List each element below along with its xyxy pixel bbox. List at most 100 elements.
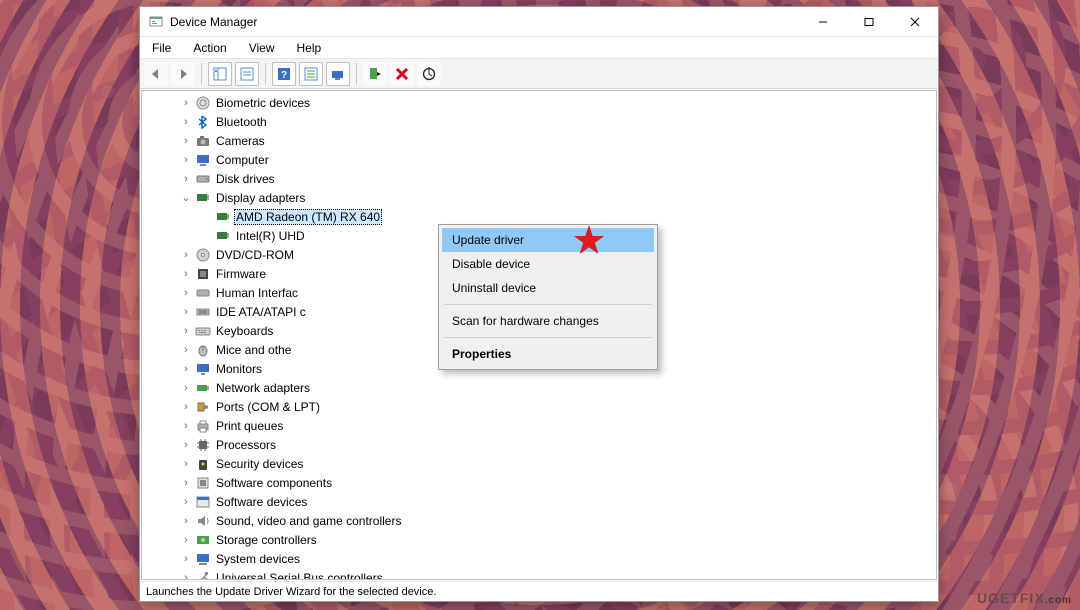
menu-view[interactable]: View xyxy=(241,39,283,57)
menu-file[interactable]: File xyxy=(144,39,179,57)
tree-item-sound[interactable]: ›Sound, video and game controllers xyxy=(142,511,936,530)
display-adapter-icon xyxy=(195,190,211,206)
tree-item-security[interactable]: › Security devices xyxy=(142,454,936,473)
tree-item-swdev[interactable]: ›Software devices xyxy=(142,492,936,511)
tree-item-label: Human Interfac xyxy=(214,285,300,301)
expand-icon[interactable]: › xyxy=(178,572,194,580)
tree-item-label: Ports (COM & LPT) xyxy=(214,399,322,415)
expand-icon[interactable]: › xyxy=(178,477,194,489)
hid-icon xyxy=(195,285,211,301)
expand-icon[interactable]: › xyxy=(178,420,194,432)
tree-item-label: Display adapters xyxy=(214,190,307,206)
ctx-disable-device[interactable]: Disable device xyxy=(442,252,654,276)
tree-item-network[interactable]: › Network adapters xyxy=(142,378,936,397)
uninstall-device-button[interactable] xyxy=(390,62,414,86)
software-device-icon xyxy=(195,494,211,510)
scan-hardware-button[interactable] xyxy=(299,62,323,86)
update-driver-button[interactable] xyxy=(326,62,350,86)
status-bar: Launches the Update Driver Wizard for th… xyxy=(140,581,938,601)
expand-icon[interactable]: › xyxy=(178,287,194,299)
tree-item-processors[interactable]: ›Processors xyxy=(142,435,936,454)
toolbar-separator xyxy=(356,63,357,85)
expand-icon[interactable]: › xyxy=(178,553,194,565)
ctx-separator xyxy=(444,304,652,305)
expand-icon[interactable]: › xyxy=(178,249,194,261)
tree-item-label: Cameras xyxy=(214,133,267,149)
close-button[interactable] xyxy=(892,7,938,37)
firmware-icon xyxy=(195,266,211,282)
tree-item-label: Monitors xyxy=(214,361,264,377)
tree-item-label: System devices xyxy=(214,551,302,567)
ports-icon xyxy=(195,399,211,415)
tree-item-display[interactable]: ⌄ Display adapters xyxy=(142,188,936,207)
expand-icon[interactable]: › xyxy=(178,382,194,394)
expand-icon[interactable]: › xyxy=(178,534,194,546)
biometric-icon xyxy=(195,95,211,111)
tree-item-printq[interactable]: ›Print queues xyxy=(142,416,936,435)
tree-item-disk[interactable]: › Disk drives xyxy=(142,169,936,188)
enable-device-button[interactable] xyxy=(363,62,387,86)
storage-icon xyxy=(195,532,211,548)
tree-item-biometric[interactable]: ›Biometric devices xyxy=(142,93,936,112)
tree-item-label: Storage controllers xyxy=(214,532,319,548)
camera-icon xyxy=(195,133,211,149)
device-manager-window: Device Manager File Action View Help ? xyxy=(139,6,939,602)
ctx-properties[interactable]: Properties xyxy=(442,342,654,366)
mouse-icon xyxy=(195,342,211,358)
tree-item-label: Network adapters xyxy=(214,380,312,396)
tree-item-storage[interactable]: › Storage controllers xyxy=(142,530,936,549)
menu-action[interactable]: Action xyxy=(185,39,234,57)
tree-item-ports[interactable]: › Ports (COM & LPT) xyxy=(142,397,936,416)
toolbar: ? xyxy=(140,59,938,89)
monitor-icon xyxy=(195,361,211,377)
tree-item-label: Mice and othe xyxy=(214,342,293,358)
tree-item-swcomp[interactable]: ›Software components xyxy=(142,473,936,492)
expand-icon[interactable]: › xyxy=(178,306,194,318)
menu-help[interactable]: Help xyxy=(289,39,330,57)
help-button[interactable]: ? xyxy=(272,62,296,86)
tree-item-computer[interactable]: ›Computer xyxy=(142,150,936,169)
show-hide-tree-button[interactable] xyxy=(208,62,232,86)
expand-icon[interactable]: › xyxy=(178,439,194,451)
tree-item-label: Disk drives xyxy=(214,171,277,187)
tree-item-usb[interactable]: ›Universal Serial Bus controllers xyxy=(142,568,936,579)
ctx-scan-hardware[interactable]: Scan for hardware changes xyxy=(442,309,654,333)
expand-icon[interactable]: › xyxy=(178,344,194,356)
tree-item-sysdev[interactable]: › System devices xyxy=(142,549,936,568)
collapse-icon[interactable]: ⌄ xyxy=(178,191,194,204)
titlebar[interactable]: Device Manager xyxy=(140,7,938,37)
tree-item-label: Bluetooth xyxy=(214,114,269,130)
expand-icon[interactable]: › xyxy=(178,135,194,147)
forward-button[interactable] xyxy=(171,62,195,86)
tree-item-cameras[interactable]: › Cameras xyxy=(142,131,936,150)
expand-icon[interactable]: › xyxy=(178,116,194,128)
properties-button[interactable] xyxy=(235,62,259,86)
context-menu: Update driver Disable device Uninstall d… xyxy=(438,224,658,370)
display-adapter-icon xyxy=(215,209,231,225)
usb-icon xyxy=(195,570,211,580)
tree-item-label: Security devices xyxy=(214,456,305,472)
scan-button[interactable] xyxy=(417,62,441,86)
expand-icon[interactable]: › xyxy=(178,496,194,508)
tree-item-label: Keyboards xyxy=(214,323,275,339)
expand-icon[interactable]: › xyxy=(178,363,194,375)
menubar: File Action View Help xyxy=(140,37,938,59)
expand-icon[interactable]: › xyxy=(178,268,194,280)
tree-item-label: Intel(R) UHD xyxy=(234,228,307,244)
tree-item-bluetooth[interactable]: › Bluetooth xyxy=(142,112,936,131)
expand-icon[interactable]: › xyxy=(178,515,194,527)
maximize-button[interactable] xyxy=(846,7,892,37)
expand-icon[interactable]: › xyxy=(178,173,194,185)
minimize-button[interactable] xyxy=(800,7,846,37)
watermark: UGETFIX.com xyxy=(977,590,1072,606)
expand-icon[interactable]: › xyxy=(178,154,194,166)
ctx-update-driver[interactable]: Update driver xyxy=(442,228,654,252)
expand-icon[interactable]: › xyxy=(178,401,194,413)
expand-icon[interactable]: › xyxy=(178,325,194,337)
cpu-icon xyxy=(195,437,211,453)
ctx-uninstall-device[interactable]: Uninstall device xyxy=(442,276,654,300)
expand-icon[interactable]: › xyxy=(178,97,194,109)
system-device-icon xyxy=(195,551,211,567)
expand-icon[interactable]: › xyxy=(178,458,194,470)
back-button[interactable] xyxy=(144,62,168,86)
